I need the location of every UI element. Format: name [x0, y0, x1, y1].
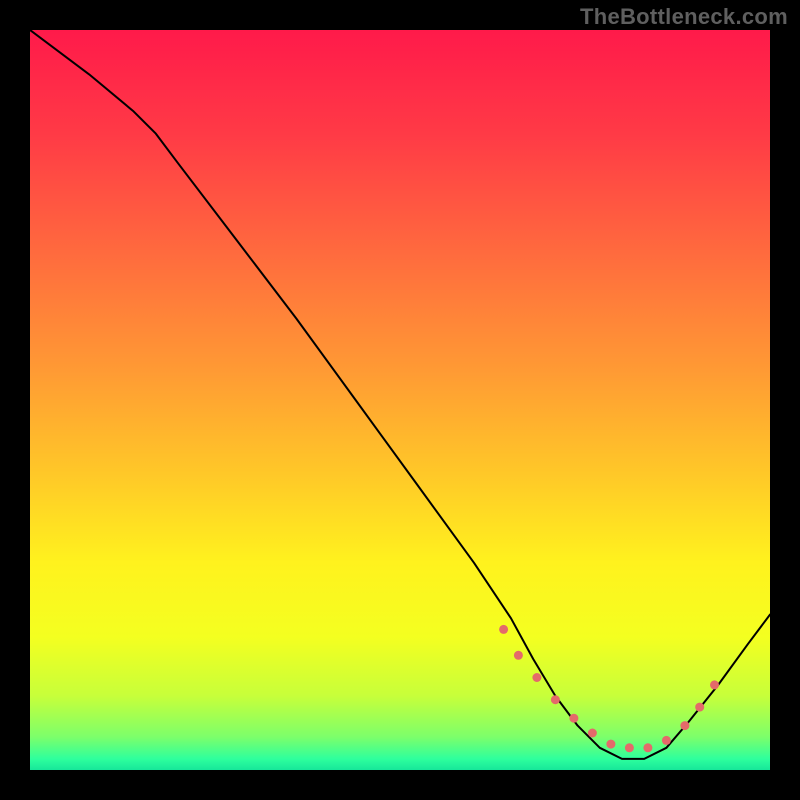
highlight-dot	[662, 736, 671, 745]
highlight-dot	[499, 625, 508, 634]
highlight-dot	[514, 651, 523, 660]
highlight-dot	[588, 729, 597, 738]
highlight-dots	[499, 625, 719, 752]
chart-frame: TheBottleneck.com	[0, 0, 800, 800]
highlight-dot	[695, 703, 704, 712]
highlight-dot	[680, 721, 689, 730]
highlight-dot	[551, 695, 560, 704]
highlight-dot	[643, 743, 652, 752]
highlight-dot	[532, 673, 541, 682]
highlight-dot	[710, 680, 719, 689]
highlight-dot	[606, 740, 615, 749]
highlight-dot	[569, 714, 578, 723]
plot-area	[30, 30, 770, 770]
watermark-text: TheBottleneck.com	[580, 4, 788, 30]
highlight-dots-layer	[30, 30, 770, 770]
highlight-dot	[625, 743, 634, 752]
